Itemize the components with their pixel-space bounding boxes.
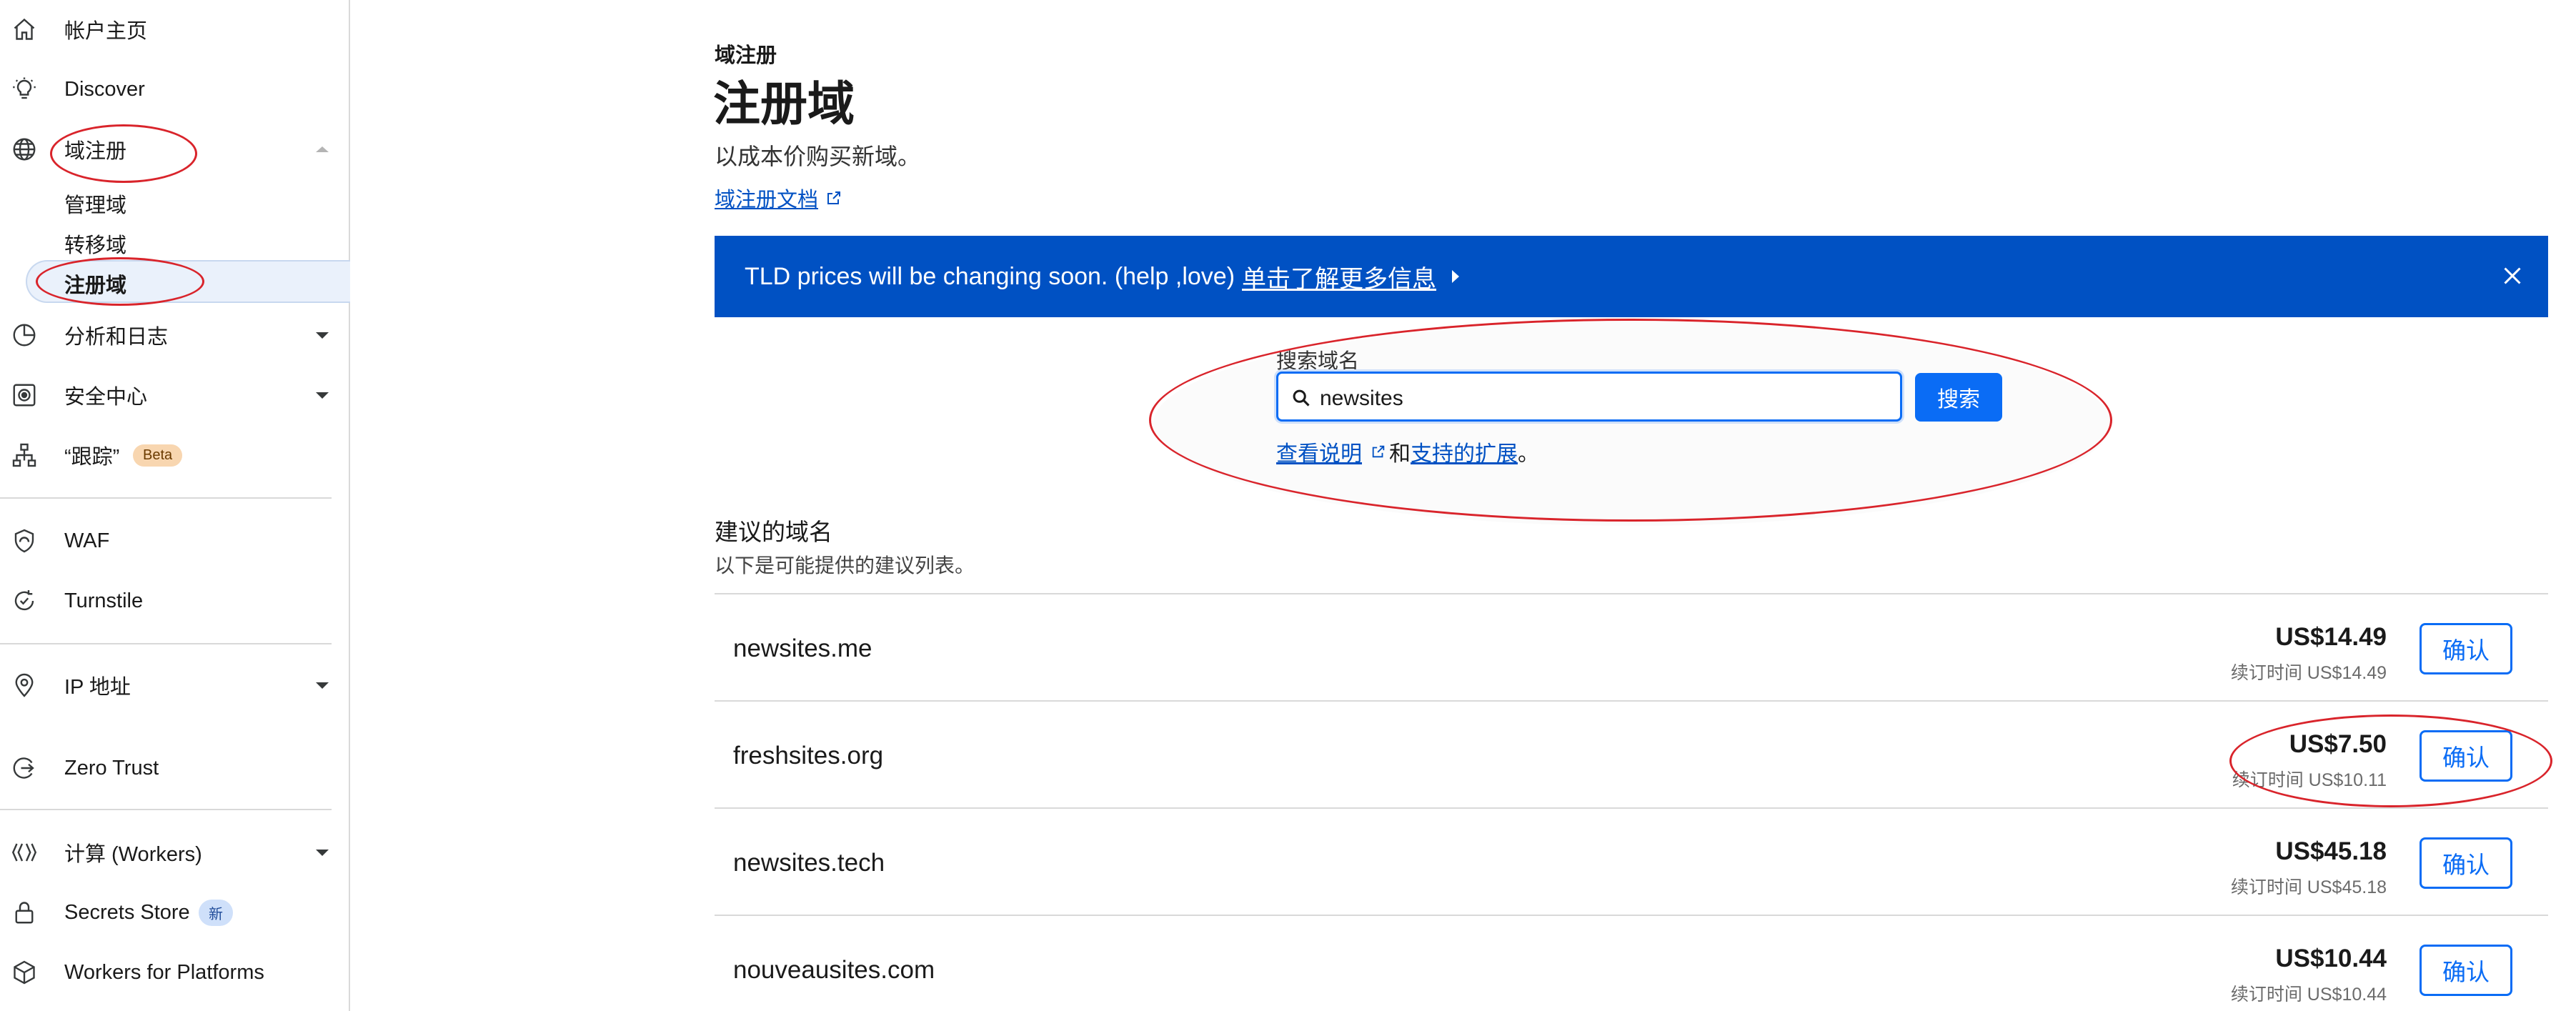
zero-trust-icon — [11, 755, 37, 781]
confirm-button[interactable]: 确认 — [2420, 945, 2512, 996]
sidebar-item-discover[interactable]: Discover — [0, 64, 349, 114]
waf-shield-icon — [11, 528, 37, 554]
confirm-button[interactable]: 确认 — [2420, 623, 2512, 674]
domain-row: newsites.tech US$45.18 续订时间 US$45.18 确认 — [715, 807, 2548, 916]
renewal-price: 续订时间 US$14.49 — [2230, 663, 2387, 683]
renewal-price: 续订时间 US$45.18 — [2230, 877, 2387, 897]
domain-name: newsites.me — [733, 634, 872, 662]
sidebar: 帐户主页 Discover 域注册 管理域 转移域 注册域 分析和日志 安全中心… — [0, 0, 350, 1011]
domain-name: freshsites.org — [733, 742, 884, 770]
domain-price: US$14.49 — [2275, 623, 2387, 651]
renewal-price: 续订时间 US$10.11 — [2232, 770, 2387, 790]
sidebar-item-label: 计算 (Workers) — [64, 843, 202, 866]
external-link-icon — [1372, 445, 1385, 458]
sidebar-subitem-register-domains[interactable]: 注册域 — [64, 269, 126, 299]
sidebar-subitem-transfer-domains[interactable]: 转移域 — [64, 229, 126, 259]
page-title: 注册域 — [713, 77, 855, 130]
sidebar-item-zero-trust[interactable]: Zero Trust — [0, 743, 349, 793]
supported-extensions-link[interactable]: 支持的扩展 — [1411, 436, 1518, 467]
sidebar-item-label: 分析和日志 — [64, 326, 169, 349]
chevron-down-icon[interactable] — [316, 849, 329, 856]
sidebar-item-label: Discover — [64, 77, 145, 101]
sidebar-item-secrets-store[interactable]: Secrets Store 新 — [0, 887, 349, 937]
sidebar-item-label: “跟踪” — [64, 446, 120, 469]
domain-search-input[interactable]: newsites — [1276, 372, 1902, 422]
sidebar-item-waf[interactable]: WAF — [0, 516, 349, 566]
turnstile-icon — [11, 588, 37, 614]
sidebar-item-label: IP 地址 — [64, 676, 131, 699]
lightbulb-icon — [11, 76, 37, 102]
banner-text: TLD prices will be changing soon. (help … — [745, 262, 1235, 290]
sidebar-item-label: 帐户主页 — [64, 20, 148, 43]
chevron-down-icon[interactable] — [316, 682, 329, 689]
confirm-button[interactable]: 确认 — [2420, 837, 2512, 889]
domain-price: US$45.18 — [2275, 837, 2387, 865]
chevron-up-icon[interactable] — [316, 146, 329, 152]
confirm-button[interactable]: 确认 — [2420, 730, 2512, 782]
doc-link-label: 域注册文档 — [715, 189, 819, 211]
workers-icon — [11, 840, 37, 865]
tld-price-banner: TLD prices will be changing soon. (help … — [715, 236, 2548, 317]
sidebar-item-label: Turnstile — [64, 589, 144, 612]
sidebar-item-label: WAF — [64, 529, 110, 552]
banner-learn-more-link[interactable]: 单击了解更多信息 — [1242, 259, 1436, 294]
sidebar-item-label: 安全中心 — [64, 386, 148, 409]
sidebar-item-security-center[interactable]: 安全中心 — [0, 370, 349, 420]
suggestions-description: 以下是可能提供的建议列表。 — [715, 554, 975, 577]
sidebar-item-label: Workers for Platforms — [64, 960, 264, 984]
breadcrumb: 域注册 — [715, 44, 777, 67]
sidebar-item-workers-for-platforms[interactable]: Workers for Platforms — [0, 947, 349, 997]
search-label: 搜索域名 — [1276, 350, 1360, 373]
domain-row: freshsites.org US$7.50 续订时间 US$10.11 确认 — [715, 700, 2548, 809]
sidebar-item-trace[interactable]: “跟踪” Beta — [0, 430, 349, 480]
sidebar-item-compute-workers[interactable]: 计算 (Workers) — [0, 827, 349, 877]
security-center-icon — [11, 382, 37, 408]
beta-badge: Beta — [133, 444, 183, 467]
domain-row: newsites.me US$14.49 续订时间 US$14.49 确认 — [715, 593, 2548, 702]
sidebar-item-label: Secrets Store — [64, 900, 190, 924]
sidebar-item-analytics-logs[interactable]: 分析和日志 — [0, 310, 349, 360]
domain-name: newsites.tech — [733, 849, 885, 877]
caret-right-icon — [1452, 270, 1460, 283]
new-badge: 新 — [199, 899, 233, 926]
sidebar-item-account-home[interactable]: 帐户主页 — [0, 4, 349, 54]
domain-price: US$7.50 — [2289, 730, 2387, 758]
home-icon — [11, 16, 37, 42]
trace-icon — [11, 442, 37, 468]
sidebar-item-label: 域注册 — [64, 140, 127, 163]
search-input-value: newsites — [1320, 387, 1403, 410]
help-conjunction: 和 — [1389, 442, 1411, 466]
chevron-down-icon[interactable] — [316, 392, 329, 399]
renewal-price: 续订时间 US$10.44 — [2230, 985, 2387, 1005]
close-icon[interactable] — [2500, 263, 2525, 289]
lock-icon — [11, 900, 37, 925]
chevron-down-icon[interactable] — [316, 332, 329, 339]
domain-name: nouveausites.com — [733, 956, 935, 984]
help-period: 。 — [1518, 442, 1539, 466]
suggestions-title: 建议的域名 — [715, 519, 832, 545]
domain-row: nouveausites.com US$10.44 续订时间 US$10.44 … — [715, 915, 2548, 1011]
view-instructions-link[interactable]: 查看说明 — [1276, 436, 1362, 467]
sidebar-divider — [0, 497, 332, 499]
sidebar-item-domain-registration[interactable]: 域注册 — [0, 124, 349, 174]
cube-icon — [11, 960, 37, 985]
sidebar-divider — [0, 643, 332, 644]
external-link-icon — [827, 191, 841, 204]
globe-icon — [11, 136, 37, 162]
page-subtitle: 以成本价购买新域。 — [715, 144, 921, 169]
search-icon — [1293, 389, 1310, 407]
sidebar-item-ip-addresses[interactable]: IP 地址 — [0, 660, 349, 710]
chart-pie-icon — [11, 322, 37, 348]
location-pin-icon — [11, 672, 37, 698]
search-help: 查看说明 和 支持的扩展 。 — [1276, 436, 1539, 467]
search-button[interactable]: 搜索 — [1915, 373, 2002, 422]
domain-price: US$10.44 — [2275, 945, 2387, 972]
sidebar-item-label: Zero Trust — [64, 756, 159, 780]
domain-registration-docs-link[interactable]: 域注册文档 — [715, 183, 842, 213]
sidebar-item-turnstile[interactable]: Turnstile — [0, 576, 349, 626]
sidebar-subitem-manage-domains[interactable]: 管理域 — [64, 189, 126, 219]
sidebar-divider — [0, 809, 332, 810]
